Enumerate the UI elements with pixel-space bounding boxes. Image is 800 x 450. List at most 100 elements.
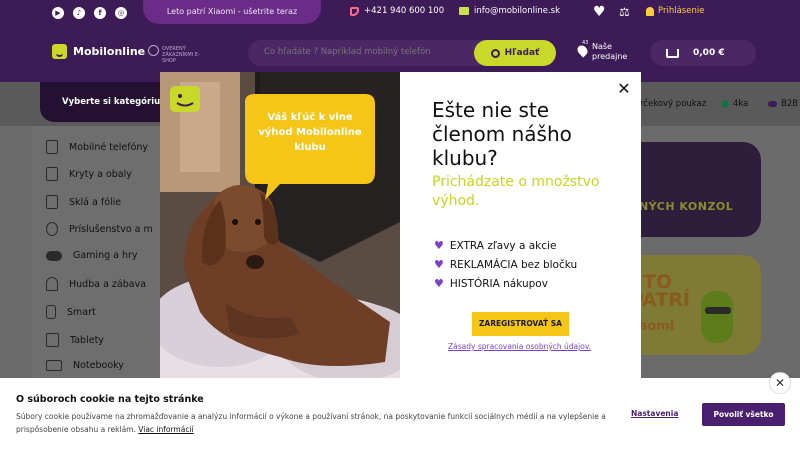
phone-icon bbox=[46, 140, 58, 154]
modal-title: Ešte nie ste členom nášho klubu? bbox=[432, 98, 572, 170]
sidebar-item-music[interactable]: Hudba a zábava bbox=[46, 277, 146, 291]
purple-heart-icon: ♥ bbox=[434, 258, 444, 271]
cookie-description: Súbory cookie používame na zhromažďovani… bbox=[16, 410, 606, 436]
sidebar-item-label: Smart bbox=[67, 306, 96, 318]
stores-count: 43 bbox=[582, 40, 589, 46]
sidebar-item-label: Notebooky bbox=[73, 360, 124, 371]
banner-text: RNÝCH KONZOL bbox=[630, 200, 734, 213]
sidebar-item-glass[interactable]: Sklá a fólie bbox=[46, 195, 121, 209]
category-menu-button[interactable]: Vyberte si kategóriu bbox=[40, 82, 168, 122]
logo[interactable]: Mobilonline bbox=[52, 44, 145, 59]
sidebar-item-label: Mobilné telefóny bbox=[69, 141, 149, 153]
privacy-policy-link[interactable]: Zásady spracovania osobných údajov. bbox=[448, 342, 591, 351]
sidebar-item-cases[interactable]: Kryty a obaly bbox=[46, 167, 132, 181]
sidebar-item-accessories[interactable]: Príslušenstvo a m bbox=[46, 222, 153, 236]
cart-button[interactable]: 0,00 € bbox=[650, 40, 756, 66]
b2b-icon bbox=[768, 101, 777, 107]
cookie-settings-button[interactable]: Nastavenia bbox=[631, 409, 678, 418]
phone-icon bbox=[350, 6, 359, 16]
mail-icon bbox=[459, 7, 469, 15]
purple-heart-icon: ♥ bbox=[434, 277, 444, 290]
4ka-icon bbox=[721, 100, 729, 108]
nav-link-label: B2B bbox=[781, 99, 799, 109]
sidebar-item-notebooks[interactable]: Notebooky bbox=[46, 360, 124, 371]
case-icon bbox=[46, 167, 58, 181]
sidebar-item-label: Hudba a zábava bbox=[69, 278, 147, 290]
cactus-mascot-image bbox=[701, 291, 733, 343]
search-input[interactable] bbox=[264, 47, 464, 57]
sidebar-item-mobile-phones[interactable]: Mobilné telefóny bbox=[46, 140, 148, 154]
stores-link[interactable]: 43 Naše predajne bbox=[575, 40, 627, 62]
cookie-close-icon[interactable]: ✕ bbox=[769, 372, 791, 394]
nav-link-4ka[interactable]: 4ka bbox=[721, 99, 748, 109]
laptop-icon bbox=[46, 360, 62, 371]
tablet-icon bbox=[46, 333, 59, 347]
nav-link-label: rčekový poukaz bbox=[640, 99, 707, 109]
phone-number: +421 940 600 100 bbox=[364, 6, 445, 16]
search-icon bbox=[490, 48, 500, 58]
glass-icon bbox=[46, 195, 58, 209]
logo-text: Mobilonline bbox=[73, 45, 146, 58]
sidebar-item-label: Tablety bbox=[70, 334, 104, 346]
cookie-more-info-link[interactable]: Viac informácií bbox=[138, 425, 193, 434]
sidebar-item-label: Príslušenstvo a m bbox=[69, 223, 153, 235]
cable-icon bbox=[46, 222, 58, 236]
sidebar-item-label: Sklá a fólie bbox=[69, 196, 122, 208]
dachshund-photo: Váš kľúč k vlne výhod Mobilonline klubu bbox=[160, 72, 400, 378]
nav-link-gift-voucher[interactable]: rčekový poukaz bbox=[640, 99, 706, 109]
compare-scale-icon[interactable]: ⚖ bbox=[619, 5, 630, 19]
benefits-list: ♥ EXTRA zľavy a akcie ♥ REKLAMÁCIA bez blo… bbox=[434, 236, 577, 293]
benefit-text: HISTÓRIA nákupov bbox=[449, 277, 548, 290]
user-icon bbox=[646, 6, 654, 16]
email-contact[interactable]: info@mobilonline.sk bbox=[459, 6, 560, 16]
sunglasses-image bbox=[705, 307, 731, 314]
login-label: Prihlásenie bbox=[658, 6, 705, 16]
search-bar: Hľadať bbox=[248, 40, 556, 66]
cookie-title: O súboroch cookie na tejto stránke bbox=[16, 394, 204, 405]
cart-total: 0,00 € bbox=[693, 48, 725, 58]
tiktok-icon[interactable]: ♪ bbox=[73, 7, 85, 19]
cart-icon bbox=[666, 48, 679, 58]
wishlist-heart-icon[interactable]: ♥ bbox=[593, 5, 606, 19]
promo-banner[interactable]: Leto patrí Xiaomi - ušetrite teraz bbox=[143, 0, 321, 24]
email-address: info@mobilonline.sk bbox=[474, 6, 561, 16]
nav-link-label: 4ka bbox=[733, 99, 749, 109]
cookie-allow-all-button[interactable]: Povoliť všetko bbox=[702, 403, 785, 426]
register-button[interactable]: ZAREGISTROVAŤ SA bbox=[472, 312, 569, 336]
gamepad-icon bbox=[46, 250, 62, 261]
benefit-text: REKLAMÁCIA bez bločku bbox=[449, 258, 578, 271]
stores-label-line1: Naše bbox=[592, 42, 612, 51]
benefit-item: ♥ EXTRA zľavy a akcie bbox=[434, 236, 577, 255]
sidebar-item-gaming[interactable]: Gaming a hry bbox=[46, 250, 138, 261]
login-link[interactable]: Prihlásenie bbox=[646, 6, 704, 16]
sidebar-item-smart[interactable]: Smart bbox=[46, 305, 96, 319]
sidebar-item-label: Kryty a obaly bbox=[69, 168, 132, 180]
close-modal-icon[interactable]: ✕ bbox=[617, 81, 631, 97]
stores-label: Naše predajne bbox=[592, 42, 627, 62]
purple-heart-icon: ♥ bbox=[434, 239, 444, 252]
cookie-banner: ✕ O súboroch cookie na tejto stránke Súb… bbox=[0, 372, 800, 450]
store-pin-wrap: 43 bbox=[575, 40, 590, 62]
logo-smile-icon bbox=[52, 44, 67, 59]
cookie-text: Súbory cookie používame na zhromažďovani… bbox=[16, 412, 606, 434]
modal-subtitle: Prichádzate o množstvo výhod. bbox=[432, 174, 600, 209]
sidebar-item-label: Gaming a hry bbox=[73, 250, 138, 261]
club-signup-modal: Váš kľúč k vlne výhod Mobilonline klubu … bbox=[160, 72, 641, 378]
phone-contact[interactable]: +421 940 600 100 bbox=[350, 6, 444, 16]
facebook-icon[interactable]: f bbox=[94, 7, 106, 19]
youtube-icon[interactable]: ▶ bbox=[52, 7, 64, 19]
verified-badge-text: OVERENÝ ZÁKAZNÍKMI E-SHOP bbox=[162, 46, 200, 64]
speech-bubble-text: Váš kľúč k vlne výhod Mobilonline klubu bbox=[258, 112, 362, 153]
nav-link-b2b[interactable]: B2B bbox=[768, 99, 798, 109]
headphones-icon bbox=[46, 277, 58, 291]
benefit-text: EXTRA zľavy a akcie bbox=[449, 239, 557, 252]
top-bar: ▶ ♪ f ◎ Leto patrí Xiaomi - ušetrite ter… bbox=[0, 0, 800, 28]
benefit-item: ♥ HISTÓRIA nákupov bbox=[434, 274, 577, 293]
stores-label-line2: predajne bbox=[592, 52, 628, 61]
search-button-label: Hľadať bbox=[504, 48, 540, 58]
instagram-icon[interactable]: ◎ bbox=[115, 7, 127, 19]
search-button[interactable]: Hľadať bbox=[474, 40, 556, 66]
smartwatch-icon bbox=[46, 305, 56, 319]
sidebar-item-tablets[interactable]: Tablety bbox=[46, 333, 104, 347]
benefit-item: ♥ REKLAMÁCIA bez bločku bbox=[434, 255, 577, 274]
